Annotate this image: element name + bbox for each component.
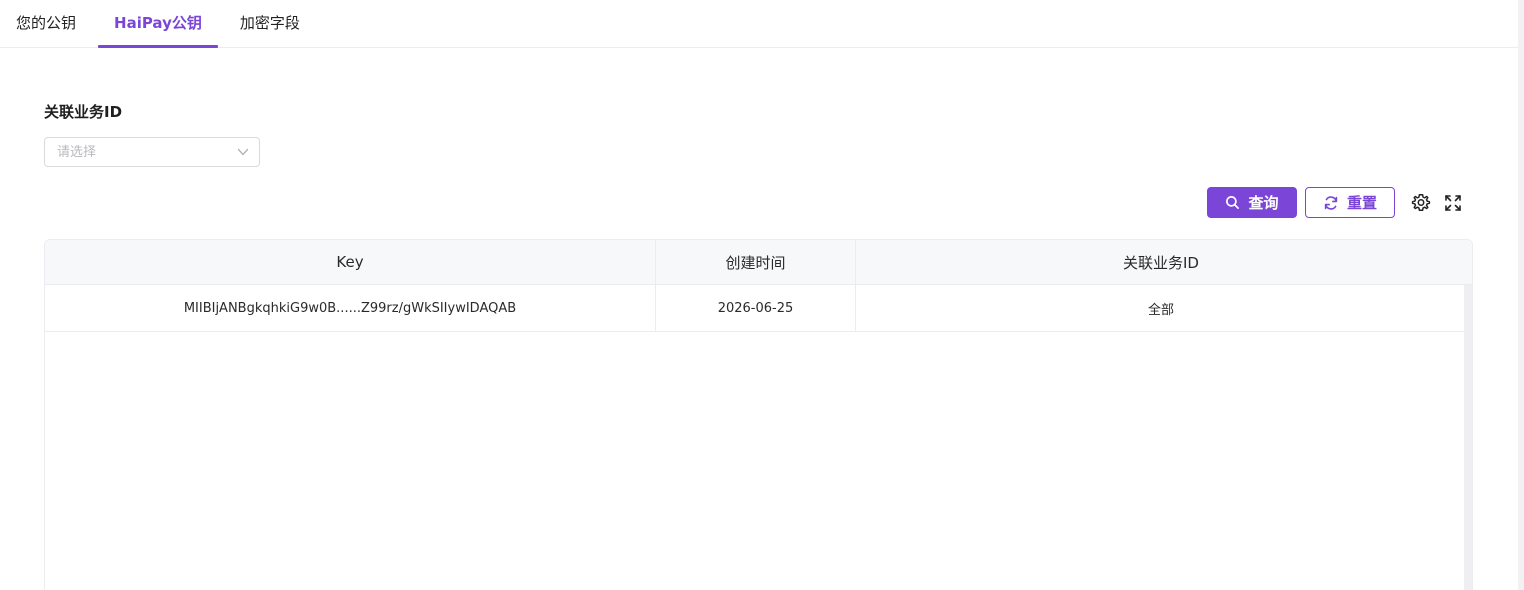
chevron-down-icon bbox=[237, 148, 249, 156]
search-icon bbox=[1226, 196, 1240, 209]
column-header-key: Key bbox=[45, 240, 656, 284]
query-button[interactable]: 查询 bbox=[1207, 187, 1297, 218]
column-header-business-id: 关联业务ID bbox=[1123, 253, 1199, 272]
table-row: MIIBIjANBgkqhkiG9w0B......Z99rz/gWkSIIyw… bbox=[45, 285, 1466, 332]
gear-icon[interactable] bbox=[1411, 193, 1431, 213]
tab-encrypted-fields[interactable]: 加密字段 bbox=[224, 0, 316, 47]
page: 您的公钥 HaiPay公钥 加密字段 关联业务ID 查询 重置 bbox=[0, 0, 1524, 590]
cell-business-id: 全部 bbox=[1147, 302, 1174, 318]
page-scrollbar[interactable] bbox=[1518, 0, 1524, 590]
table-header: Key 创建时间 关联业务ID bbox=[45, 240, 1472, 285]
reset-button-label: 重置 bbox=[1346, 194, 1377, 212]
tab-bar: 您的公钥 HaiPay公钥 加密字段 bbox=[0, 0, 1518, 48]
public-key-table: Key 创建时间 关联业务ID MIIBIjANBgkqhkiG9w0B....… bbox=[44, 239, 1473, 590]
business-id-filter-label: 关联业务ID bbox=[44, 103, 123, 121]
column-header-created-time: 创建时间 bbox=[656, 240, 856, 284]
tab-your-public-key[interactable]: 您的公钥 bbox=[0, 0, 92, 47]
table-body: MIIBIjANBgkqhkiG9w0B......Z99rz/gWkSIIyw… bbox=[45, 285, 1466, 332]
table-scrollbar[interactable] bbox=[1464, 285, 1472, 590]
fullscreen-icon[interactable] bbox=[1443, 193, 1463, 213]
refresh-icon bbox=[1324, 195, 1338, 210]
cell-created-time: 2026-06-25 bbox=[656, 285, 856, 331]
business-id-select[interactable] bbox=[44, 137, 260, 167]
query-button-label: 查询 bbox=[1248, 194, 1279, 212]
reset-button[interactable]: 重置 bbox=[1305, 187, 1395, 218]
cell-key: MIIBIjANBgkqhkiG9w0B......Z99rz/gWkSIIyw… bbox=[45, 285, 656, 331]
tab-haipay-public-key[interactable]: HaiPay公钥 bbox=[98, 0, 218, 48]
business-id-select-input[interactable] bbox=[45, 138, 225, 166]
